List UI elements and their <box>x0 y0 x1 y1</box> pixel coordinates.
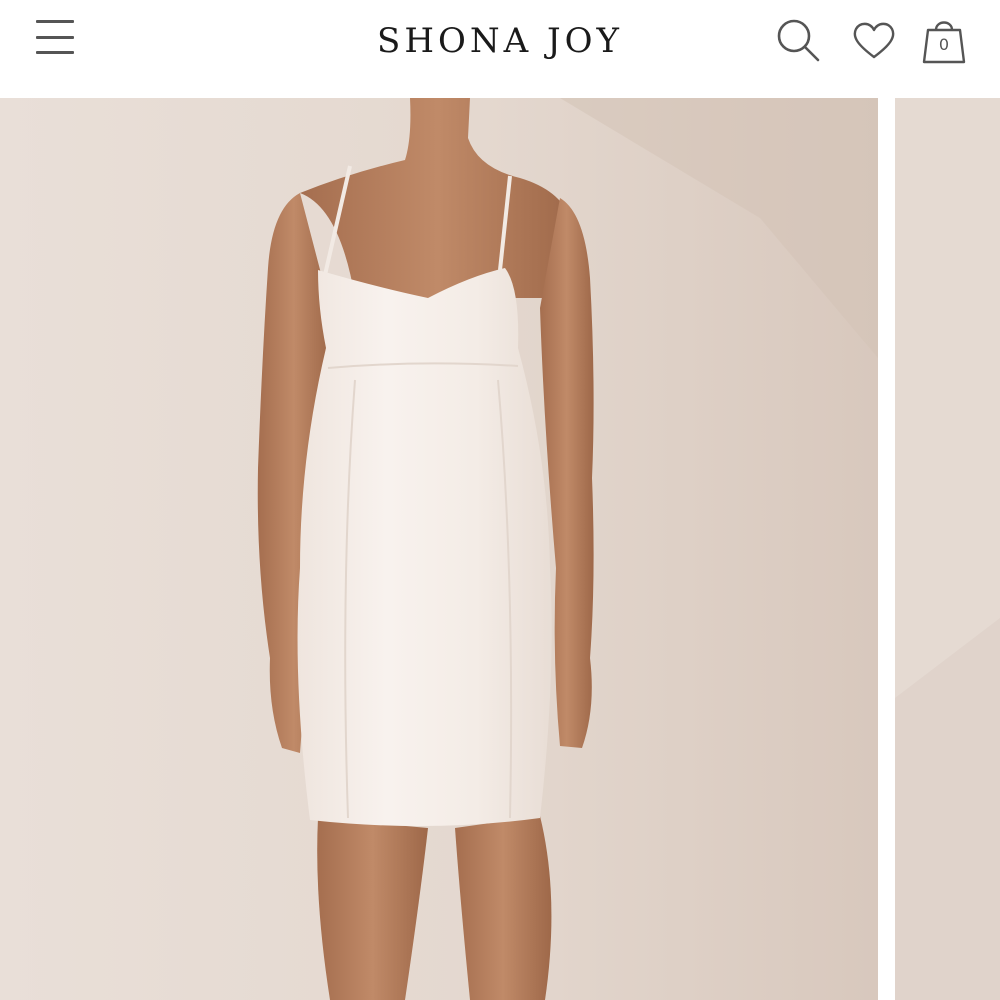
site-header: SHONA JOY 0 <box>0 0 1000 98</box>
product-image-gallery[interactable] <box>0 98 1000 1000</box>
product-image-next-preview[interactable] <box>895 98 1000 1000</box>
model-dress-illustration <box>0 98 878 1000</box>
menu-button[interactable] <box>34 18 76 56</box>
menu-icon-line <box>36 20 74 23</box>
search-icon[interactable] <box>772 14 824 66</box>
shopping-bag-icon[interactable]: 0 <box>918 14 970 66</box>
brand-logo[interactable]: SHONA JOY <box>340 18 660 64</box>
heart-icon[interactable] <box>848 14 900 66</box>
menu-icon-line <box>36 51 74 54</box>
menu-icon-line <box>36 35 74 39</box>
product-image-main[interactable] <box>0 98 878 1000</box>
cart-count-badge: 0 <box>938 35 950 54</box>
next-image-backdrop <box>895 98 1000 1000</box>
